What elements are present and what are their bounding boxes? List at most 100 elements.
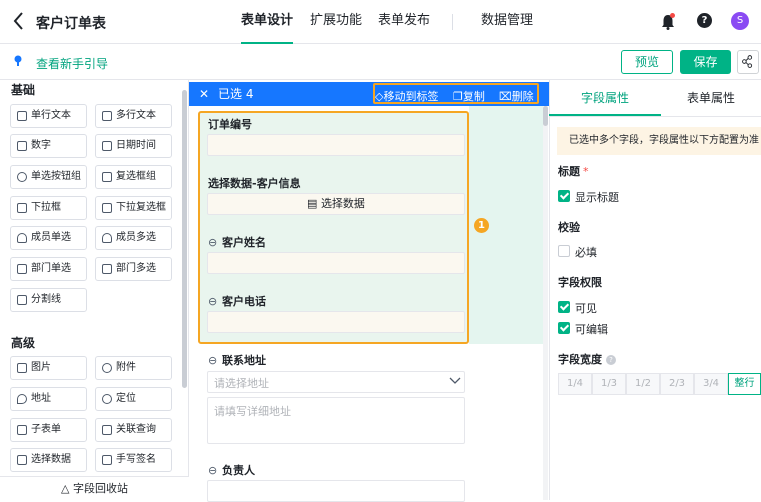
owner-label: 负责人 xyxy=(222,464,255,477)
required-checkbox[interactable] xyxy=(558,245,570,257)
nav-extensions[interactable]: 扩展功能 xyxy=(310,0,362,44)
copy-button[interactable]: ❐复制 xyxy=(453,85,485,108)
width-option-1-3[interactable]: 1/3 xyxy=(592,373,626,395)
users-icon xyxy=(102,233,112,243)
nav-divider xyxy=(452,14,453,30)
address-placeholder: 请选择地址 xyxy=(214,377,269,390)
select-data-label: 选择数据 xyxy=(320,197,365,210)
palette-label: 成员多选 xyxy=(116,232,156,243)
palette-checkbox-group[interactable]: 复选框组 xyxy=(95,165,172,189)
customer-phone-input[interactable] xyxy=(207,311,465,333)
palette-label: 下拉复选框 xyxy=(116,202,166,213)
width-option-3-4[interactable]: 3/4 xyxy=(694,373,728,395)
palette-multi-text[interactable]: 多行文本 xyxy=(95,104,172,128)
image-icon xyxy=(17,363,27,373)
field-recycle-bin[interactable]: △ 字段回收站 xyxy=(0,476,189,500)
width-label-text: 字段宽度 xyxy=(558,353,602,366)
palette-signature[interactable]: 手写签名 xyxy=(95,448,172,472)
avatar[interactable]: S xyxy=(731,12,749,30)
show-title-checkbox[interactable] xyxy=(558,190,570,202)
palette-label: 单选按钮组 xyxy=(31,171,81,182)
palette-multi-dropdown[interactable]: 下拉复选框 xyxy=(95,196,172,220)
move-to-tag-button[interactable]: ◇移动到标签 xyxy=(375,85,438,108)
field-label-owner: ⊖ 负责人 xyxy=(208,462,255,478)
owner-input[interactable] xyxy=(207,480,465,502)
editable-label: 可编辑 xyxy=(575,323,608,336)
save-button[interactable]: 保存 xyxy=(680,50,731,74)
link-icon: ⊖ xyxy=(208,295,218,308)
select-data-button[interactable]: ▤ 选择数据 xyxy=(207,193,465,215)
dropdown-icon xyxy=(17,203,27,213)
textarea-icon xyxy=(102,111,112,121)
text-field-icon xyxy=(17,111,27,121)
palette-subform[interactable]: 子表单 xyxy=(10,418,87,442)
selection-count: 已选 4 xyxy=(218,87,254,101)
palette-locate[interactable]: 定位 xyxy=(95,387,172,411)
share-button[interactable] xyxy=(737,50,759,74)
width-option-full[interactable]: 整行 xyxy=(728,373,761,395)
preview-button[interactable]: 预览 xyxy=(621,50,673,74)
palette-member-multi[interactable]: 成员多选 xyxy=(95,226,172,250)
tab-underline xyxy=(549,116,761,117)
palette-datetime[interactable]: 日期时间 xyxy=(95,134,172,158)
palette-address[interactable]: 地址 xyxy=(10,387,87,411)
customer-name-input[interactable] xyxy=(207,252,465,274)
address-detail-placeholder: 请填写详细地址 xyxy=(214,405,291,418)
palette-dept-single[interactable]: 部门单选 xyxy=(10,257,87,281)
trash-icon: ⌧ xyxy=(499,90,512,103)
department-icon xyxy=(17,264,27,274)
field-label-address: ⊖ 联系地址 xyxy=(208,352,266,368)
width-option-2-3[interactable]: 2/3 xyxy=(660,373,694,395)
palette-attachment[interactable]: 附件 xyxy=(95,356,172,380)
palette-linked-query[interactable]: 关联查询 xyxy=(95,418,172,442)
recycle-icon: △ xyxy=(61,482,73,495)
clear-selection-icon[interactable]: ✕ xyxy=(199,82,209,106)
width-option-1-2[interactable]: 1/2 xyxy=(626,373,660,395)
view-guide-link[interactable]: 查看新手引导 xyxy=(36,55,108,72)
canvas-scroll-thumb[interactable] xyxy=(543,106,548,126)
palette-image[interactable]: 图片 xyxy=(10,356,87,380)
user-icon xyxy=(17,233,27,243)
palette-label: 复选框组 xyxy=(116,171,156,182)
multi-dropdown-icon xyxy=(102,203,112,213)
palette-dropdown[interactable]: 下拉框 xyxy=(10,196,87,220)
location-pin-icon xyxy=(17,394,27,404)
palette-label: 定位 xyxy=(116,393,136,404)
selection-toolbar: ✕ 已选 4 ◇移动到标签 ❐复制 ⌧删除 xyxy=(189,82,549,106)
database-icon xyxy=(17,455,27,465)
customer-name-label: 客户姓名 xyxy=(222,236,266,249)
palette-divider[interactable]: 分割线 xyxy=(10,288,87,312)
delete-label: 删除 xyxy=(511,90,534,103)
pen-icon xyxy=(102,455,112,465)
visible-checkbox[interactable] xyxy=(558,301,570,313)
delete-button[interactable]: ⌧删除 xyxy=(499,85,534,108)
order-no-input[interactable] xyxy=(207,134,465,156)
palette-select-data[interactable]: 选择数据 xyxy=(10,448,87,472)
back-arrow-icon[interactable] xyxy=(10,10,28,32)
canvas-scrollbar[interactable] xyxy=(543,106,548,500)
palette-radio-group[interactable]: 单选按钮组 xyxy=(10,165,87,189)
help-circle-icon[interactable]: ? xyxy=(606,355,616,365)
palette-label: 日期时间 xyxy=(116,140,156,151)
width-option-1-4[interactable]: 1/4 xyxy=(558,373,592,395)
show-title-label: 显示标题 xyxy=(575,191,619,204)
nav-form-design[interactable]: 表单设计 xyxy=(241,0,294,44)
nav-data-management[interactable]: 数据管理 xyxy=(481,0,533,44)
palette-member-single[interactable]: 成员单选 xyxy=(10,226,87,250)
tab-field-props[interactable]: 字段属性 xyxy=(549,80,661,116)
palette-single-text[interactable]: 单行文本 xyxy=(10,104,87,128)
nav-form-publish[interactable]: 表单发布 xyxy=(378,0,430,44)
palette-dept-multi[interactable]: 部门多选 xyxy=(95,257,172,281)
editable-checkbox[interactable] xyxy=(558,322,570,334)
calendar-icon xyxy=(102,141,112,151)
palette-number[interactable]: 数字 xyxy=(10,134,87,158)
field-width-selector: 1/4 1/3 1/2 2/3 3/4 整行 xyxy=(558,373,761,395)
palette-scrollbar[interactable] xyxy=(182,90,187,388)
required-star: * xyxy=(583,165,589,178)
selection-ops-group: ◇移动到标签 ❐复制 ⌧删除 xyxy=(373,83,539,104)
tab-form-props[interactable]: 表单属性 xyxy=(661,80,761,116)
link-icon: ⊖ xyxy=(208,354,218,367)
help-icon[interactable]: ? xyxy=(697,13,712,28)
move-label: 移动到标签 xyxy=(383,90,439,103)
palette-label: 关联查询 xyxy=(116,424,156,435)
